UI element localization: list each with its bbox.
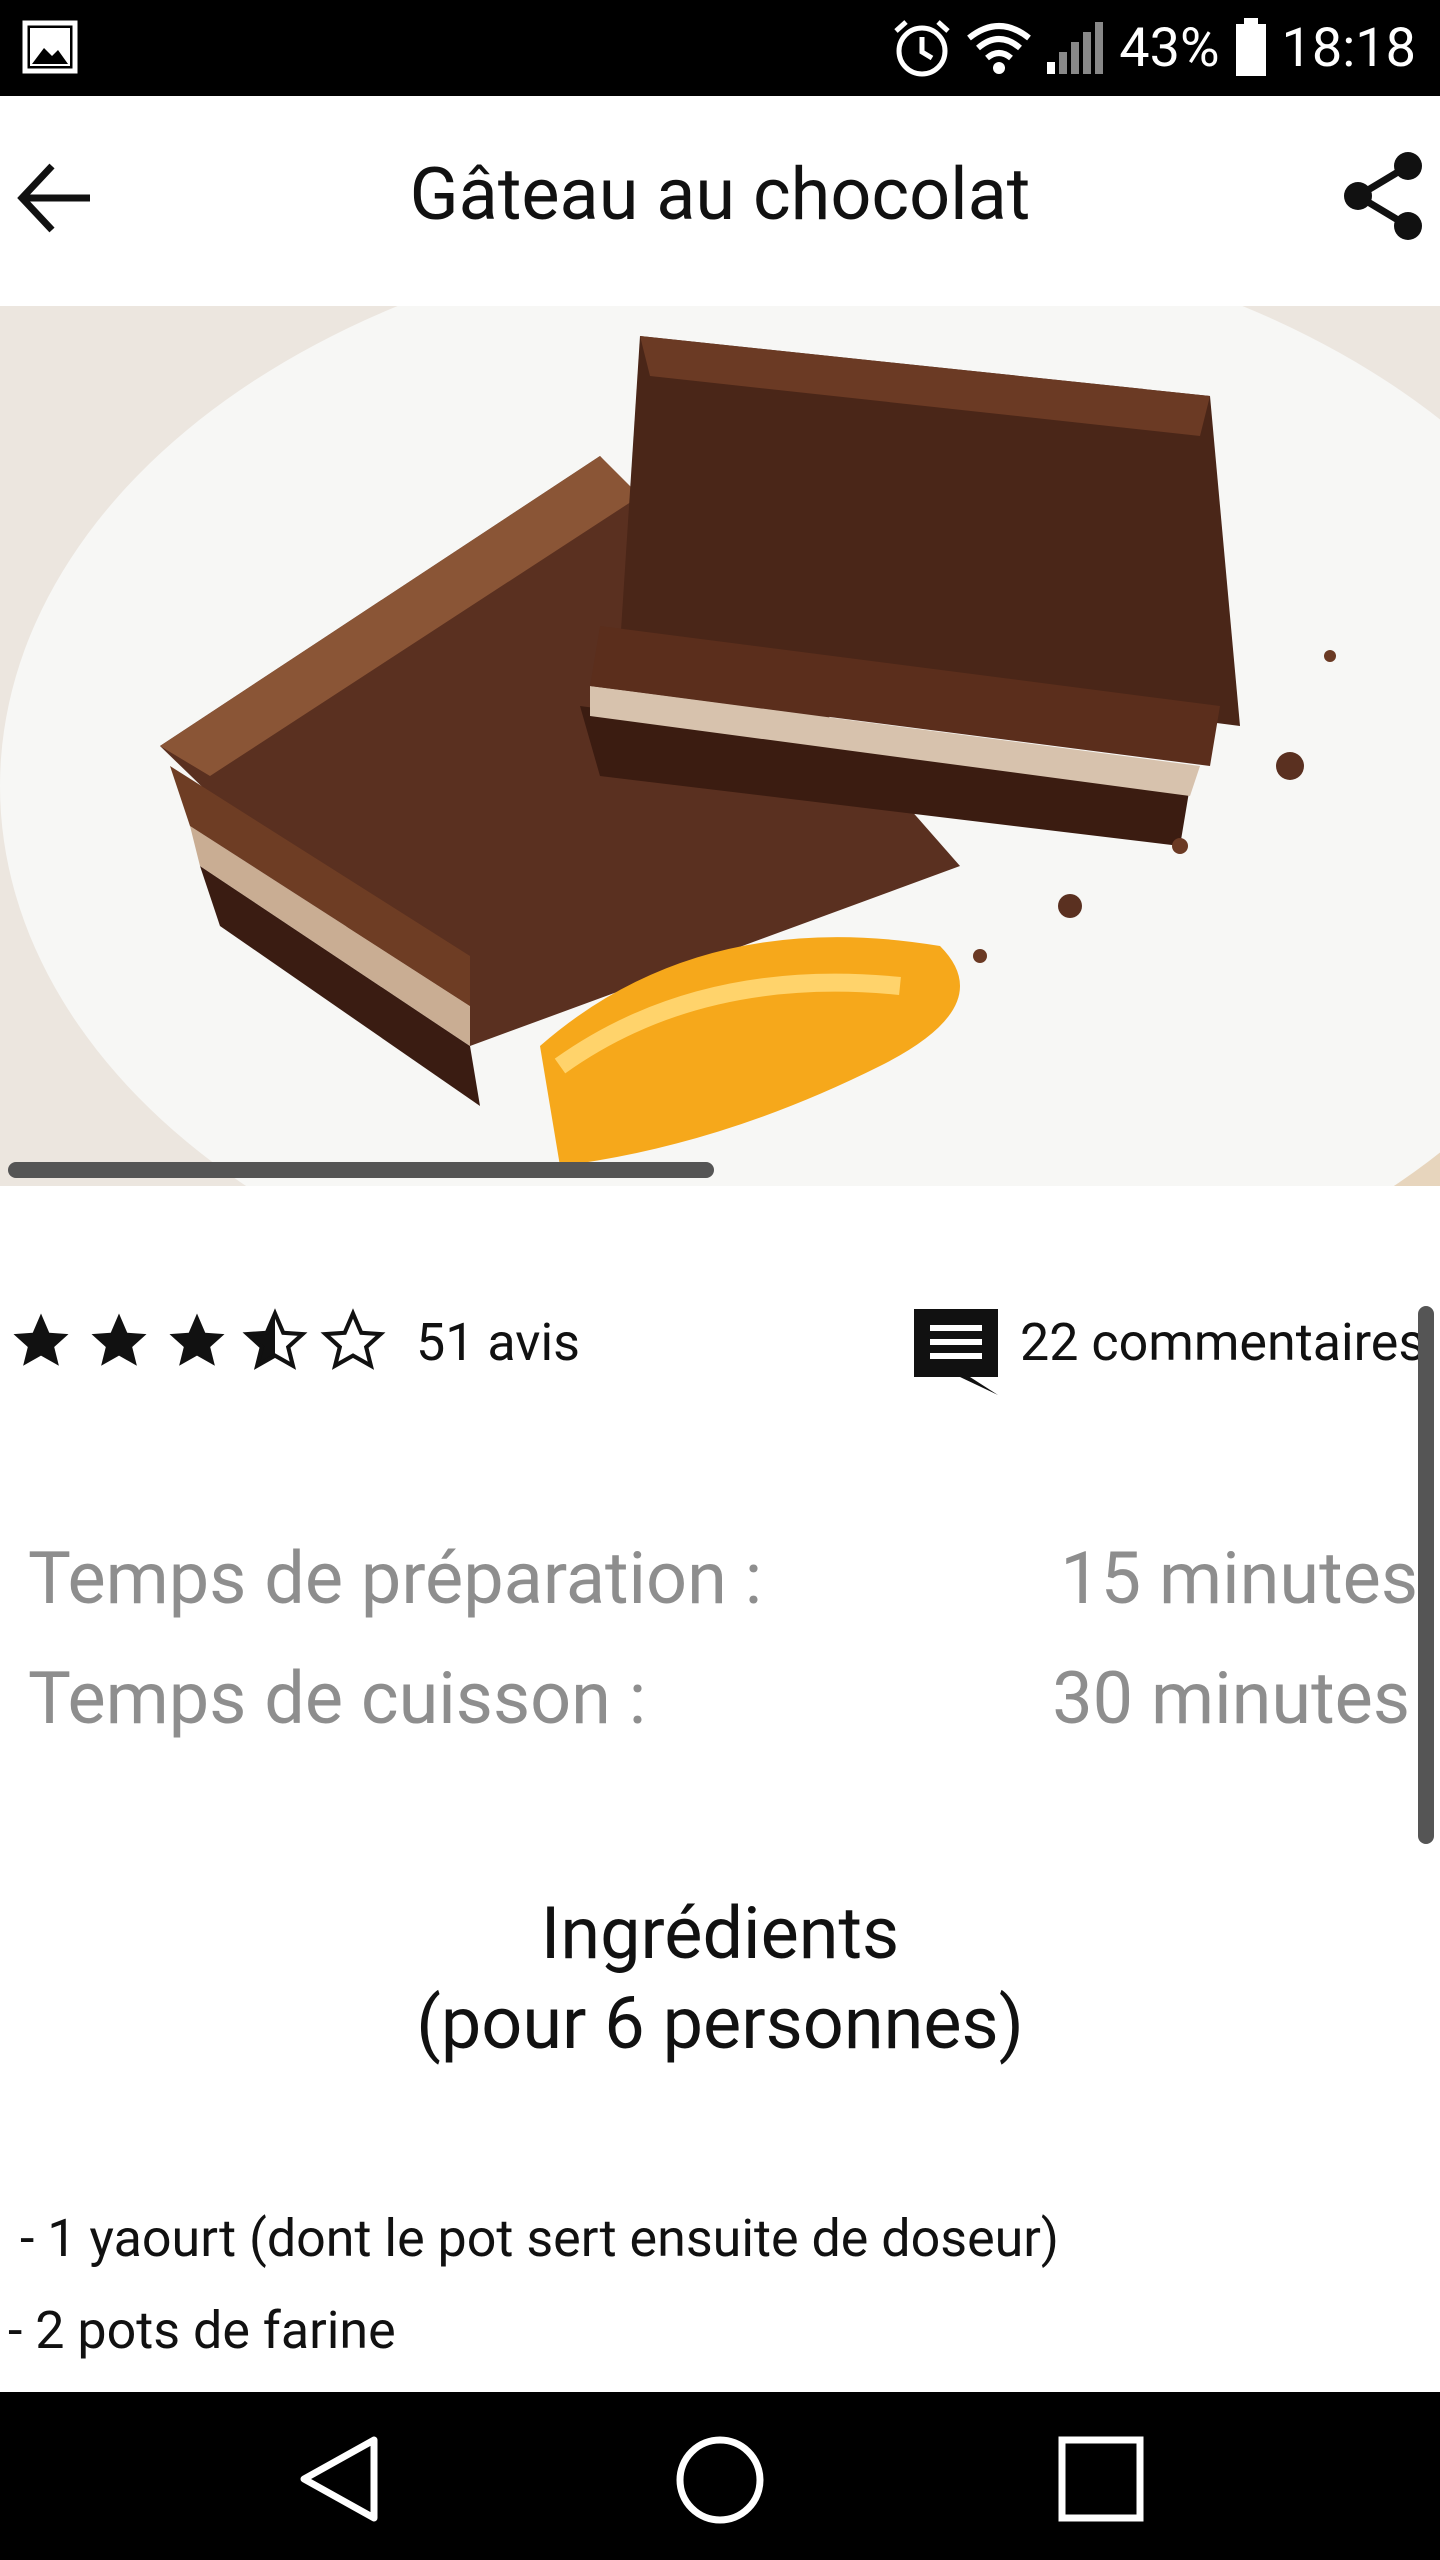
status-bar: 43% 18:18: [0, 0, 1440, 96]
back-triangle-icon[interactable]: [296, 2434, 386, 2524]
ingredient-item: - 2 pots de farine: [8, 2300, 396, 2361]
navigation-bar: [0, 2392, 1440, 2560]
battery-percent: 43%: [1119, 16, 1220, 80]
star-icon: [169, 1313, 225, 1366]
star-icon: [91, 1313, 147, 1366]
star-half-icon: [242, 1308, 308, 1370]
home-circle-icon[interactable]: [674, 2434, 766, 2526]
image-scroll-indicator: [8, 1162, 714, 1178]
prep-time-value: 15 minutes: [1060, 1536, 1418, 1621]
share-icon[interactable]: [1336, 148, 1432, 244]
star-outline-icon: [320, 1308, 386, 1370]
comment-icon[interactable]: [910, 1305, 1002, 1397]
prep-time-label: Temps de préparation :: [28, 1536, 763, 1621]
recents-square-icon[interactable]: [1056, 2434, 1146, 2524]
prep-time-row: Temps de préparation : 15 minutes: [28, 1536, 1418, 1621]
comments-count[interactable]: 22 commentaires: [1020, 1312, 1425, 1373]
rating-row: 51 avis 22 commentaires: [0, 1300, 1440, 1395]
battery-icon: [1235, 18, 1266, 76]
vertical-scrollbar[interactable]: [1418, 1306, 1434, 1844]
page-title: Gâteau au chocolat: [409, 152, 1031, 237]
ingredients-servings: (pour 6 personnes): [416, 1981, 1024, 2066]
cook-time-value: 30 minutes: [1052, 1656, 1410, 1741]
wifi-icon: [967, 23, 1032, 74]
alarm-icon: [894, 20, 950, 77]
star-icon: [13, 1313, 69, 1366]
star-rating[interactable]: [8, 1308, 386, 1374]
reviews-count[interactable]: 51 avis: [416, 1312, 580, 1373]
clock-time: 18:18: [1281, 16, 1416, 80]
gallery-icon: [22, 20, 78, 74]
recipe-photo[interactable]: [0, 306, 1440, 1186]
ingredients-heading: Ingrédients: [540, 1891, 900, 1976]
ingredient-item: - 1 yaourt (dont le pot sert ensuite de …: [20, 2208, 1060, 2269]
signal-icon: [1047, 22, 1104, 74]
app-bar: Gâteau au chocolat: [0, 96, 1440, 306]
cook-time-row: Temps de cuisson : 30 minutes: [28, 1656, 1418, 1741]
cook-time-label: Temps de cuisson :: [28, 1656, 647, 1741]
